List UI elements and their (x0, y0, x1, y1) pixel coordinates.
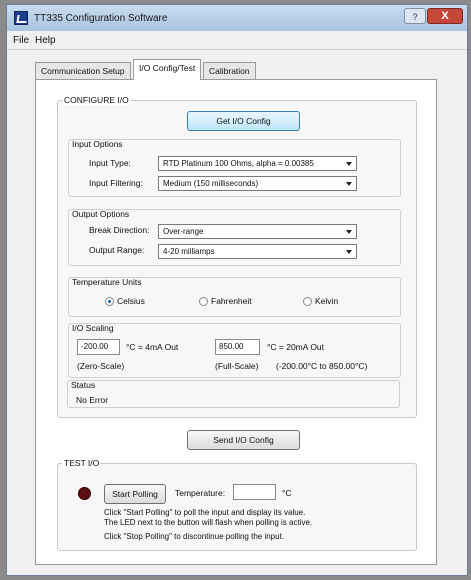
output-range-label: Output Range: (89, 245, 145, 255)
help-button[interactable]: ? (404, 8, 426, 24)
scaling-range-caption: (-200.00°C to 850.00°C) (276, 361, 368, 371)
full-scale-input[interactable]: 850.00 (215, 339, 260, 355)
window-title: TT335 Configuration Software (34, 13, 168, 24)
temperature-readout (233, 484, 276, 500)
fahrenheit-radio[interactable] (199, 297, 208, 306)
input-filtering-label: Input Filtering: (89, 178, 143, 188)
io-scaling-title: I/O Scaling (72, 323, 114, 333)
title-bar[interactable]: TT335 Configuration Software ? X (7, 5, 467, 31)
start-polling-button[interactable]: Start Polling (104, 484, 166, 504)
input-filtering-value: Medium (150 milliseconds) (163, 179, 259, 188)
chevron-down-icon (346, 230, 352, 234)
configure-io-group: CONFIGURE I/O Get I/O Config Input Optio… (57, 95, 417, 418)
configure-io-title: CONFIGURE I/O (62, 95, 131, 105)
send-io-config-button[interactable]: Send I/O Config (187, 430, 300, 450)
test-help-line-2: The LED next to the button will flash wh… (104, 518, 313, 527)
output-range-select[interactable]: 4-20 milliamps (158, 244, 357, 259)
break-direction-label: Break Direction: (89, 225, 150, 235)
output-range-value: 4-20 milliamps (163, 247, 215, 256)
temperature-units-title: Temperature Units (72, 277, 142, 287)
full-scale-caption: (Full-Scale) (215, 361, 259, 371)
break-direction-value: Over-range (163, 227, 204, 236)
fahrenheit-label[interactable]: Fahrenheit (211, 296, 252, 306)
temperature-units-group: Temperature Units Celsius Fahrenheit Kel… (68, 277, 401, 317)
input-type-select[interactable]: RTD Platinum 100 Ohms, alpha = 0.00385 (158, 156, 357, 171)
test-io-group: TEST I/O Start Polling Temperature: °C C… (57, 458, 417, 551)
tab-io-config-test[interactable]: I/O Config/Test (133, 59, 202, 80)
status-group-title: Status (71, 380, 96, 390)
test-io-title: TEST I/O (62, 458, 102, 468)
test-help-line-3: Click "Stop Polling" to discontinue poll… (104, 532, 285, 541)
temperature-unit: °C (282, 488, 292, 498)
app-window: TT335 Configuration Software ? X File He… (6, 4, 468, 576)
kelvin-radio[interactable] (303, 297, 312, 306)
input-type-label: Input Type: (89, 158, 131, 168)
celsius-radio[interactable] (105, 297, 114, 306)
kelvin-label[interactable]: Kelvin (315, 296, 338, 306)
output-options-title: Output Options (72, 209, 130, 219)
chevron-down-icon (346, 250, 352, 254)
output-options-group: Output Options Break Direction: Over-ran… (68, 209, 401, 266)
zero-scale-caption: (Zero-Scale) (77, 361, 125, 371)
zero-scale-input[interactable]: -200.00 (77, 339, 120, 355)
chevron-down-icon (346, 162, 352, 166)
status-group: Status No Error (67, 380, 400, 408)
app-icon (14, 11, 28, 25)
tab-calibration[interactable]: Calibration (203, 62, 256, 79)
tab-communication-setup[interactable]: Communication Setup (35, 62, 131, 79)
status-value: No Error (76, 395, 109, 405)
menu-bar: File Help (7, 31, 467, 50)
input-type-value: RTD Platinum 100 Ohms, alpha = 0.00385 (163, 159, 314, 168)
client-area: Communication Setup I/O Config/Test Cali… (7, 50, 467, 575)
input-options-title: Input Options (72, 139, 123, 149)
celsius-label[interactable]: Celsius (117, 296, 145, 306)
menu-help[interactable]: Help (35, 35, 56, 46)
input-options-group: Input Options Input Type: RTD Platinum 1… (68, 139, 401, 197)
get-io-config-button[interactable]: Get I/O Config (187, 111, 300, 131)
io-scaling-group: I/O Scaling -200.00 °C = 4mA Out (Zero-S… (68, 323, 401, 378)
temperature-label: Temperature: (175, 488, 226, 498)
full-scale-unit: °C = 20mA Out (267, 342, 325, 352)
tab-page-io-config: CONFIGURE I/O Get I/O Config Input Optio… (35, 79, 437, 565)
test-help-line-1: Click "Start Polling" to poll the input … (104, 508, 306, 517)
close-button[interactable]: X (427, 8, 463, 24)
zero-scale-unit: °C = 4mA Out (126, 342, 179, 352)
input-filtering-select[interactable]: Medium (150 milliseconds) (158, 176, 357, 191)
break-direction-select[interactable]: Over-range (158, 224, 357, 239)
polling-led (78, 487, 91, 500)
chevron-down-icon (346, 182, 352, 186)
menu-file[interactable]: File (13, 35, 29, 46)
